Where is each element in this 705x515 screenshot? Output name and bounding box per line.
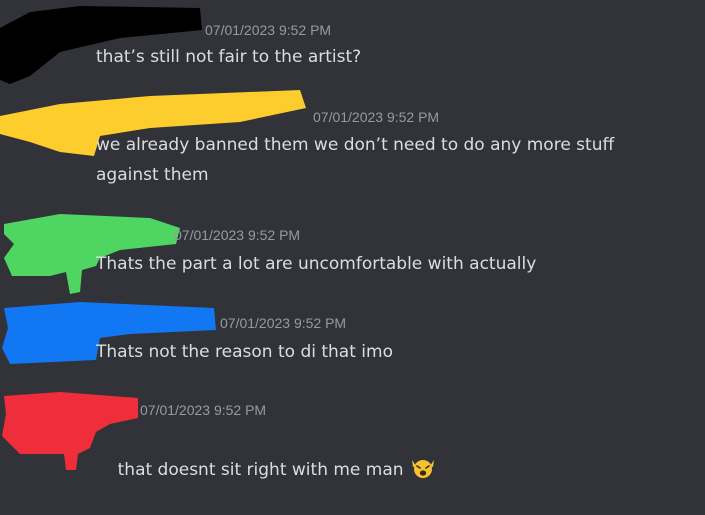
message-3[interactable]: 07/01/2023 9:52 PM Thats the part a lot …	[0, 210, 705, 300]
message-timestamp: 07/01/2023 9:52 PM	[313, 109, 440, 125]
weary-face-emoji-icon[interactable]	[408, 457, 438, 479]
message-timestamp: 07/01/2023 9:52 PM	[174, 227, 301, 243]
message-5[interactable]: 07/01/2023 9:52 PM that doesnt sit right…	[0, 384, 705, 480]
message-timestamp: 07/01/2023 9:52 PM	[220, 315, 347, 331]
message-1[interactable]: 07/01/2023 9:52 PM that’s still not fair…	[0, 0, 705, 86]
message-text: Thats not the reason to di that imo	[96, 342, 393, 362]
message-timestamp: 07/01/2023 9:52 PM	[140, 402, 267, 418]
message-timestamp: 07/01/2023 9:52 PM	[205, 22, 332, 38]
message-4[interactable]: 07/01/2023 9:52 PM Thats not the reason …	[0, 298, 705, 390]
message-text: that doesnt sit right with me man	[117, 460, 404, 480]
message-text: we already banned them we don’t need to …	[96, 135, 620, 185]
message-text: Thats the part a lot are uncomfortable w…	[96, 254, 537, 274]
message-text-row: that doesnt sit right with me man	[96, 425, 656, 515]
message-text: that’s still not fair to the artist?	[96, 47, 362, 67]
message-2[interactable]: 07/01/2023 9:52 PM we already banned the…	[0, 86, 705, 196]
